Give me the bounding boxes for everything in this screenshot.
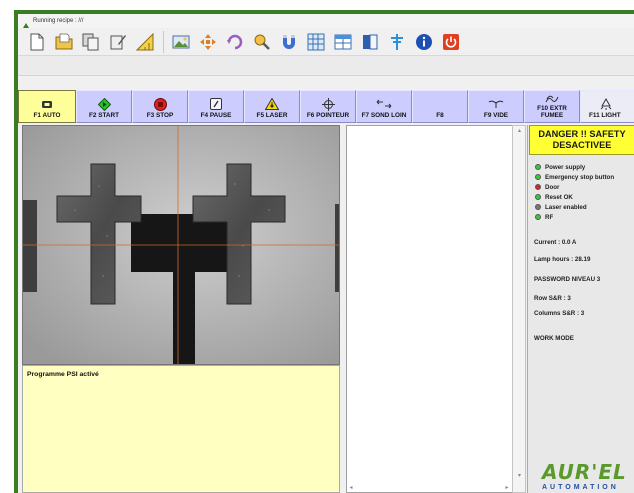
f10-label: F10 EXTR FUMEE (537, 105, 567, 119)
app-icon (22, 17, 30, 30)
f7-sond-loin-button[interactable]: F7 SOND LOIN (356, 90, 412, 123)
title-bar: Running recipe : /// (18, 14, 634, 30)
vertical-scrollbar[interactable]: ▴ ▾ (512, 125, 526, 493)
f2-label: F2 START (88, 112, 120, 119)
danger-line-2: DESACTIVEE (552, 140, 612, 150)
open-folder-icon[interactable] (53, 31, 75, 53)
function-key-bar: F1 AUTO F2 START F3 STOP F4 PAUSE F5 LAS… (18, 90, 634, 123)
message-panel: Programme PSI activé (22, 365, 340, 493)
check-label: Power supply (545, 163, 586, 171)
fume-extractor-icon (544, 94, 560, 104)
lamp-hours-readout: Lamp hours : 28.19 (534, 256, 591, 263)
crosshair-icon (321, 97, 335, 111)
power-icon[interactable] (440, 31, 462, 53)
antenna-icon[interactable] (386, 31, 408, 53)
f4-label: F4 PAUSE (200, 112, 232, 119)
window-title: Running recipe : /// (33, 18, 84, 24)
check-power-supply: Power supply (535, 162, 614, 172)
status-led-icon (535, 204, 541, 210)
f1-label: F1 AUTO (33, 112, 61, 119)
grid-icon[interactable] (305, 31, 327, 53)
edit-icon[interactable] (107, 31, 129, 53)
ruler-icon[interactable] (134, 31, 156, 53)
f2-start-button[interactable]: F2 START (76, 90, 132, 123)
f5-label: F5 LASER (256, 112, 288, 119)
check-rf: RF (535, 212, 614, 222)
laser-warning-icon (265, 97, 279, 111)
stop-icon (153, 97, 167, 111)
f3-label: F3 STOP (146, 112, 174, 119)
copy-icon[interactable] (80, 31, 102, 53)
application-window: Running recipe : /// F1 AUTO F2 START F3… (18, 14, 634, 493)
safety-checks: Power supply Emergency stop button Door … (535, 162, 614, 222)
logo-main-text: AUR'EL (542, 460, 627, 484)
arrows-horizontal-icon (376, 97, 392, 111)
scroll-up-icon[interactable]: ▴ (516, 128, 523, 135)
new-file-icon[interactable] (26, 31, 48, 53)
logo-sub-text: AUTOMATION (542, 484, 619, 491)
status-led-icon (535, 164, 541, 170)
status-led-icon (535, 194, 541, 200)
vacuum-icon (488, 97, 504, 111)
columns-sr-readout: Columns S&R : 3 (534, 310, 585, 317)
f9-vide-button[interactable]: F9 VIDE (468, 90, 524, 123)
pause-icon (210, 97, 222, 111)
status-led-icon (535, 214, 541, 220)
move-arrows-icon[interactable] (197, 31, 219, 53)
f6-label: F6 POINTEUR (306, 112, 350, 119)
f3-stop-button[interactable]: F3 STOP (132, 90, 188, 123)
image-icon[interactable] (170, 31, 192, 53)
current-readout: Current : 0.0 A (534, 239, 577, 246)
secondary-strip (18, 56, 634, 76)
safety-warning-banner: DANGER !! SAFETY DESACTIVEE (529, 125, 634, 155)
f6-pointeur-button[interactable]: F6 POINTEUR (300, 90, 356, 123)
check-label: RF (545, 213, 554, 221)
work-mode-label: WORK MODE (534, 335, 574, 342)
page: Running recipe : /// F1 AUTO F2 START F3… (0, 0, 634, 493)
f4-pause-button[interactable]: F4 PAUSE (188, 90, 244, 123)
status-led-icon (535, 174, 541, 180)
probe-icon[interactable] (251, 31, 273, 53)
f10-extr-fumee-button[interactable]: F10 EXTR FUMEE (524, 90, 580, 123)
check-emergency-stop: Emergency stop button (535, 172, 614, 182)
rotate-icon[interactable] (224, 31, 246, 53)
scroll-right-icon[interactable]: ▸ (502, 484, 512, 493)
f8-label: F8 (436, 112, 444, 119)
toolbar (18, 28, 634, 56)
check-label: Laser enabled (545, 203, 587, 211)
toolbar-separator (163, 30, 164, 53)
recipe-list-panel[interactable] (346, 125, 526, 493)
scroll-left-icon[interactable]: ◂ (346, 484, 356, 493)
f11-light-button[interactable]: F11 LIGHT (580, 90, 634, 123)
f8-button[interactable]: F8 (412, 90, 468, 123)
light-icon (589, 97, 623, 111)
book-icon[interactable] (359, 31, 381, 53)
check-laser-enabled: Laser enabled (535, 202, 614, 212)
check-label: Emergency stop button (545, 173, 615, 181)
status-panel: DANGER !! SAFETY DESACTIVEE Power supply… (527, 125, 634, 493)
check-label: Door (545, 183, 560, 191)
check-door: Door (535, 182, 614, 192)
f9-label: F9 VIDE (483, 112, 509, 119)
f11-label: F11 LIGHT (589, 112, 621, 119)
info-icon[interactable] (413, 31, 435, 53)
check-reset-ok: Reset OK (535, 192, 614, 202)
message-text: Programme PSI activé (27, 371, 99, 378)
password-level: PASSWORD NIVEAU 3 (534, 276, 601, 283)
status-led-icon (535, 184, 541, 190)
f7-label: F7 SOND LOIN (361, 112, 407, 119)
camera-view[interactable] (22, 125, 340, 365)
magnet-icon[interactable] (278, 31, 300, 53)
f1-auto-button[interactable]: F1 AUTO (18, 90, 76, 123)
danger-line-1: DANGER !! SAFETY (538, 129, 626, 139)
scroll-down-icon[interactable]: ▾ (516, 473, 523, 480)
auto-icon (41, 97, 53, 111)
f5-laser-button[interactable]: F5 LASER (244, 90, 300, 123)
company-logo: AUR'EL AUTOMATION (542, 461, 634, 493)
start-icon (97, 97, 111, 111)
row-sr-readout: Row S&R : 3 (534, 295, 571, 302)
table-icon[interactable] (332, 31, 354, 53)
check-label: Reset OK (545, 193, 573, 201)
